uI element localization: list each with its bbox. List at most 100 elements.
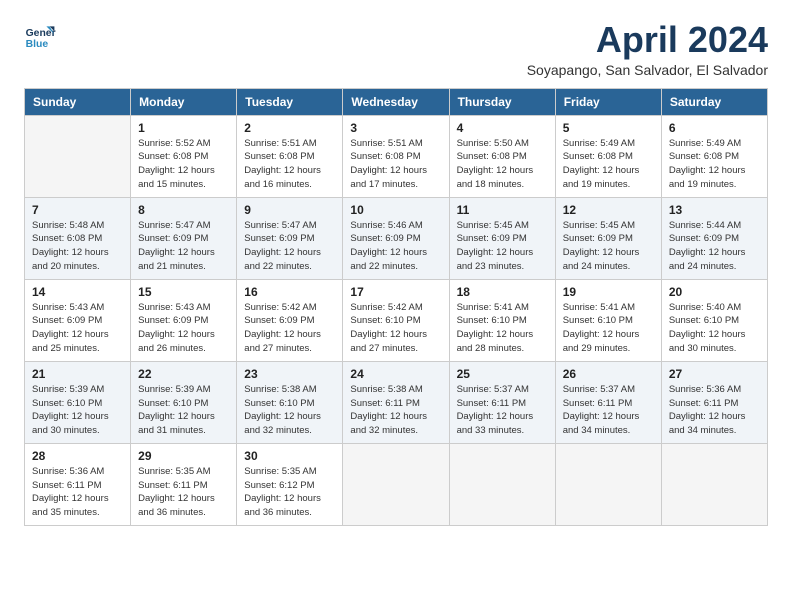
svg-text:Blue: Blue	[26, 39, 49, 50]
day-info: Sunrise: 5:52 AM Sunset: 6:08 PM Dayligh…	[138, 137, 229, 192]
page-header: General Blue April 2024 Soyapango, San S…	[24, 20, 768, 78]
calendar-week-row: 7 Sunrise: 5:48 AM Sunset: 6:08 PM Daylig…	[25, 197, 768, 279]
calendar-week-row: 21 Sunrise: 5:39 AM Sunset: 6:10 PM Dayli…	[25, 361, 768, 443]
calendar-week-row: 1 Sunrise: 5:52 AM Sunset: 6:08 PM Daylig…	[25, 115, 768, 197]
day-info: Sunrise: 5:38 AM Sunset: 6:10 PM Dayligh…	[244, 383, 335, 438]
calendar-cell: 9Sunrise: 5:47 AM Sunset: 6:09 PM Daylig…	[237, 197, 343, 279]
day-info: Sunrise: 5:40 AM Sunset: 6:10 PM Dayligh…	[669, 301, 760, 356]
calendar-cell: 6Sunrise: 5:49 AM Sunset: 6:08 PM Daylig…	[661, 115, 767, 197]
calendar-cell: 26 Sunrise: 5:37 AM Sunset: 6:11 PM Dayli…	[555, 361, 661, 443]
calendar-cell: 18 Sunrise: 5:41 AM Sunset: 6:10 PM Dayli…	[449, 279, 555, 361]
day-number: 16	[244, 285, 335, 299]
month-title: April 2024	[527, 20, 768, 60]
day-number: 25	[457, 367, 548, 381]
calendar-cell: 19 Sunrise: 5:41 AM Sunset: 6:10 PM Dayli…	[555, 279, 661, 361]
day-number: 22	[138, 367, 229, 381]
day-info: Sunrise: 5:41 AM Sunset: 6:10 PM Dayligh…	[457, 301, 548, 356]
calendar-cell: 3 Sunrise: 5:51 AM Sunset: 6:08 PM Daylig…	[343, 115, 449, 197]
day-info: Sunrise: 5:42 AM Sunset: 6:09 PM Dayligh…	[244, 301, 335, 356]
header-sunday: Sunday	[25, 88, 131, 115]
day-number: 19	[563, 285, 654, 299]
day-number: 13	[669, 203, 760, 217]
day-info: Sunrise: 5:42 AM Sunset: 6:10 PM Dayligh…	[350, 301, 441, 356]
day-info: Sunrise: 5:49 AM Sunset: 6:08 PM Dayligh…	[563, 137, 654, 192]
calendar-cell: 15 Sunrise: 5:43 AM Sunset: 6:09 PM Dayli…	[131, 279, 237, 361]
calendar-table: SundayMondayTuesdayWednesdayThursdayFrid…	[24, 88, 768, 526]
day-info: Sunrise: 5:51 AM Sunset: 6:08 PM Dayligh…	[350, 137, 441, 192]
calendar-cell: 24Sunrise: 5:38 AM Sunset: 6:11 PM Dayli…	[343, 361, 449, 443]
logo-icon: General Blue	[24, 20, 56, 52]
day-number: 20	[669, 285, 760, 299]
day-info: Sunrise: 5:36 AM Sunset: 6:11 PM Dayligh…	[32, 465, 123, 520]
day-info: Sunrise: 5:51 AM Sunset: 6:08 PM Dayligh…	[244, 137, 335, 192]
day-number: 4	[457, 121, 548, 135]
day-number: 21	[32, 367, 123, 381]
calendar-cell: 28 Sunrise: 5:36 AM Sunset: 6:11 PM Dayli…	[25, 443, 131, 525]
day-info: Sunrise: 5:43 AM Sunset: 6:09 PM Dayligh…	[138, 301, 229, 356]
calendar-cell: 23 Sunrise: 5:38 AM Sunset: 6:10 PM Dayli…	[237, 361, 343, 443]
calendar-cell	[661, 443, 767, 525]
calendar-cell: 2 Sunrise: 5:51 AM Sunset: 6:08 PM Daylig…	[237, 115, 343, 197]
calendar-cell: 8Sunrise: 5:47 AM Sunset: 6:09 PM Daylig…	[131, 197, 237, 279]
day-info: Sunrise: 5:39 AM Sunset: 6:10 PM Dayligh…	[138, 383, 229, 438]
header-wednesday: Wednesday	[343, 88, 449, 115]
calendar-cell: 10Sunrise: 5:46 AM Sunset: 6:09 PM Dayli…	[343, 197, 449, 279]
calendar-cell	[555, 443, 661, 525]
calendar-cell: 14 Sunrise: 5:43 AM Sunset: 6:09 PM Dayli…	[25, 279, 131, 361]
header-friday: Friday	[555, 88, 661, 115]
calendar-cell: 12 Sunrise: 5:45 AM Sunset: 6:09 PM Dayli…	[555, 197, 661, 279]
day-info: Sunrise: 5:41 AM Sunset: 6:10 PM Dayligh…	[563, 301, 654, 356]
calendar-cell: 7 Sunrise: 5:48 AM Sunset: 6:08 PM Daylig…	[25, 197, 131, 279]
day-info: Sunrise: 5:49 AM Sunset: 6:08 PM Dayligh…	[669, 137, 760, 192]
day-info: Sunrise: 5:37 AM Sunset: 6:11 PM Dayligh…	[457, 383, 548, 438]
calendar-cell: 4 Sunrise: 5:50 AM Sunset: 6:08 PM Daylig…	[449, 115, 555, 197]
day-number: 26	[563, 367, 654, 381]
header-tuesday: Tuesday	[237, 88, 343, 115]
day-info: Sunrise: 5:45 AM Sunset: 6:09 PM Dayligh…	[563, 219, 654, 274]
day-number: 3	[350, 121, 441, 135]
day-number: 30	[244, 449, 335, 463]
day-number: 7	[32, 203, 123, 217]
day-number: 28	[32, 449, 123, 463]
day-number: 5	[563, 121, 654, 135]
day-number: 11	[457, 203, 548, 217]
day-number: 29	[138, 449, 229, 463]
location-subtitle: Soyapango, San Salvador, El Salvador	[527, 62, 768, 78]
day-info: Sunrise: 5:37 AM Sunset: 6:11 PM Dayligh…	[563, 383, 654, 438]
calendar-week-row: 28 Sunrise: 5:36 AM Sunset: 6:11 PM Dayli…	[25, 443, 768, 525]
calendar-cell: 16 Sunrise: 5:42 AM Sunset: 6:09 PM Dayli…	[237, 279, 343, 361]
header-saturday: Saturday	[661, 88, 767, 115]
day-number: 1	[138, 121, 229, 135]
day-number: 2	[244, 121, 335, 135]
day-info: Sunrise: 5:39 AM Sunset: 6:10 PM Dayligh…	[32, 383, 123, 438]
calendar-cell: 30 Sunrise: 5:35 AM Sunset: 6:12 PM Dayli…	[237, 443, 343, 525]
calendar-cell: 21 Sunrise: 5:39 AM Sunset: 6:10 PM Dayli…	[25, 361, 131, 443]
day-info: Sunrise: 5:43 AM Sunset: 6:09 PM Dayligh…	[32, 301, 123, 356]
day-info: Sunrise: 5:36 AM Sunset: 6:11 PM Dayligh…	[669, 383, 760, 438]
calendar-cell: 25 Sunrise: 5:37 AM Sunset: 6:11 PM Dayli…	[449, 361, 555, 443]
calendar-cell: 11Sunrise: 5:45 AM Sunset: 6:09 PM Dayli…	[449, 197, 555, 279]
calendar-cell	[343, 443, 449, 525]
day-number: 18	[457, 285, 548, 299]
day-info: Sunrise: 5:50 AM Sunset: 6:08 PM Dayligh…	[457, 137, 548, 192]
header-thursday: Thursday	[449, 88, 555, 115]
title-block: April 2024 Soyapango, San Salvador, El S…	[527, 20, 768, 78]
day-info: Sunrise: 5:47 AM Sunset: 6:09 PM Dayligh…	[138, 219, 229, 274]
calendar-cell: 17Sunrise: 5:42 AM Sunset: 6:10 PM Dayli…	[343, 279, 449, 361]
day-number: 23	[244, 367, 335, 381]
day-number: 12	[563, 203, 654, 217]
day-number: 10	[350, 203, 441, 217]
calendar-cell: 13 Sunrise: 5:44 AM Sunset: 6:09 PM Dayli…	[661, 197, 767, 279]
calendar-cell: 1 Sunrise: 5:52 AM Sunset: 6:08 PM Daylig…	[131, 115, 237, 197]
day-number: 14	[32, 285, 123, 299]
day-info: Sunrise: 5:44 AM Sunset: 6:09 PM Dayligh…	[669, 219, 760, 274]
day-number: 15	[138, 285, 229, 299]
day-info: Sunrise: 5:47 AM Sunset: 6:09 PM Dayligh…	[244, 219, 335, 274]
day-info: Sunrise: 5:38 AM Sunset: 6:11 PM Dayligh…	[350, 383, 441, 438]
calendar-week-row: 14 Sunrise: 5:43 AM Sunset: 6:09 PM Dayli…	[25, 279, 768, 361]
day-info: Sunrise: 5:48 AM Sunset: 6:08 PM Dayligh…	[32, 219, 123, 274]
calendar-cell: 29Sunrise: 5:35 AM Sunset: 6:11 PM Dayli…	[131, 443, 237, 525]
day-info: Sunrise: 5:35 AM Sunset: 6:12 PM Dayligh…	[244, 465, 335, 520]
calendar-header-row: SundayMondayTuesdayWednesdayThursdayFrid…	[25, 88, 768, 115]
logo: General Blue	[24, 20, 60, 52]
